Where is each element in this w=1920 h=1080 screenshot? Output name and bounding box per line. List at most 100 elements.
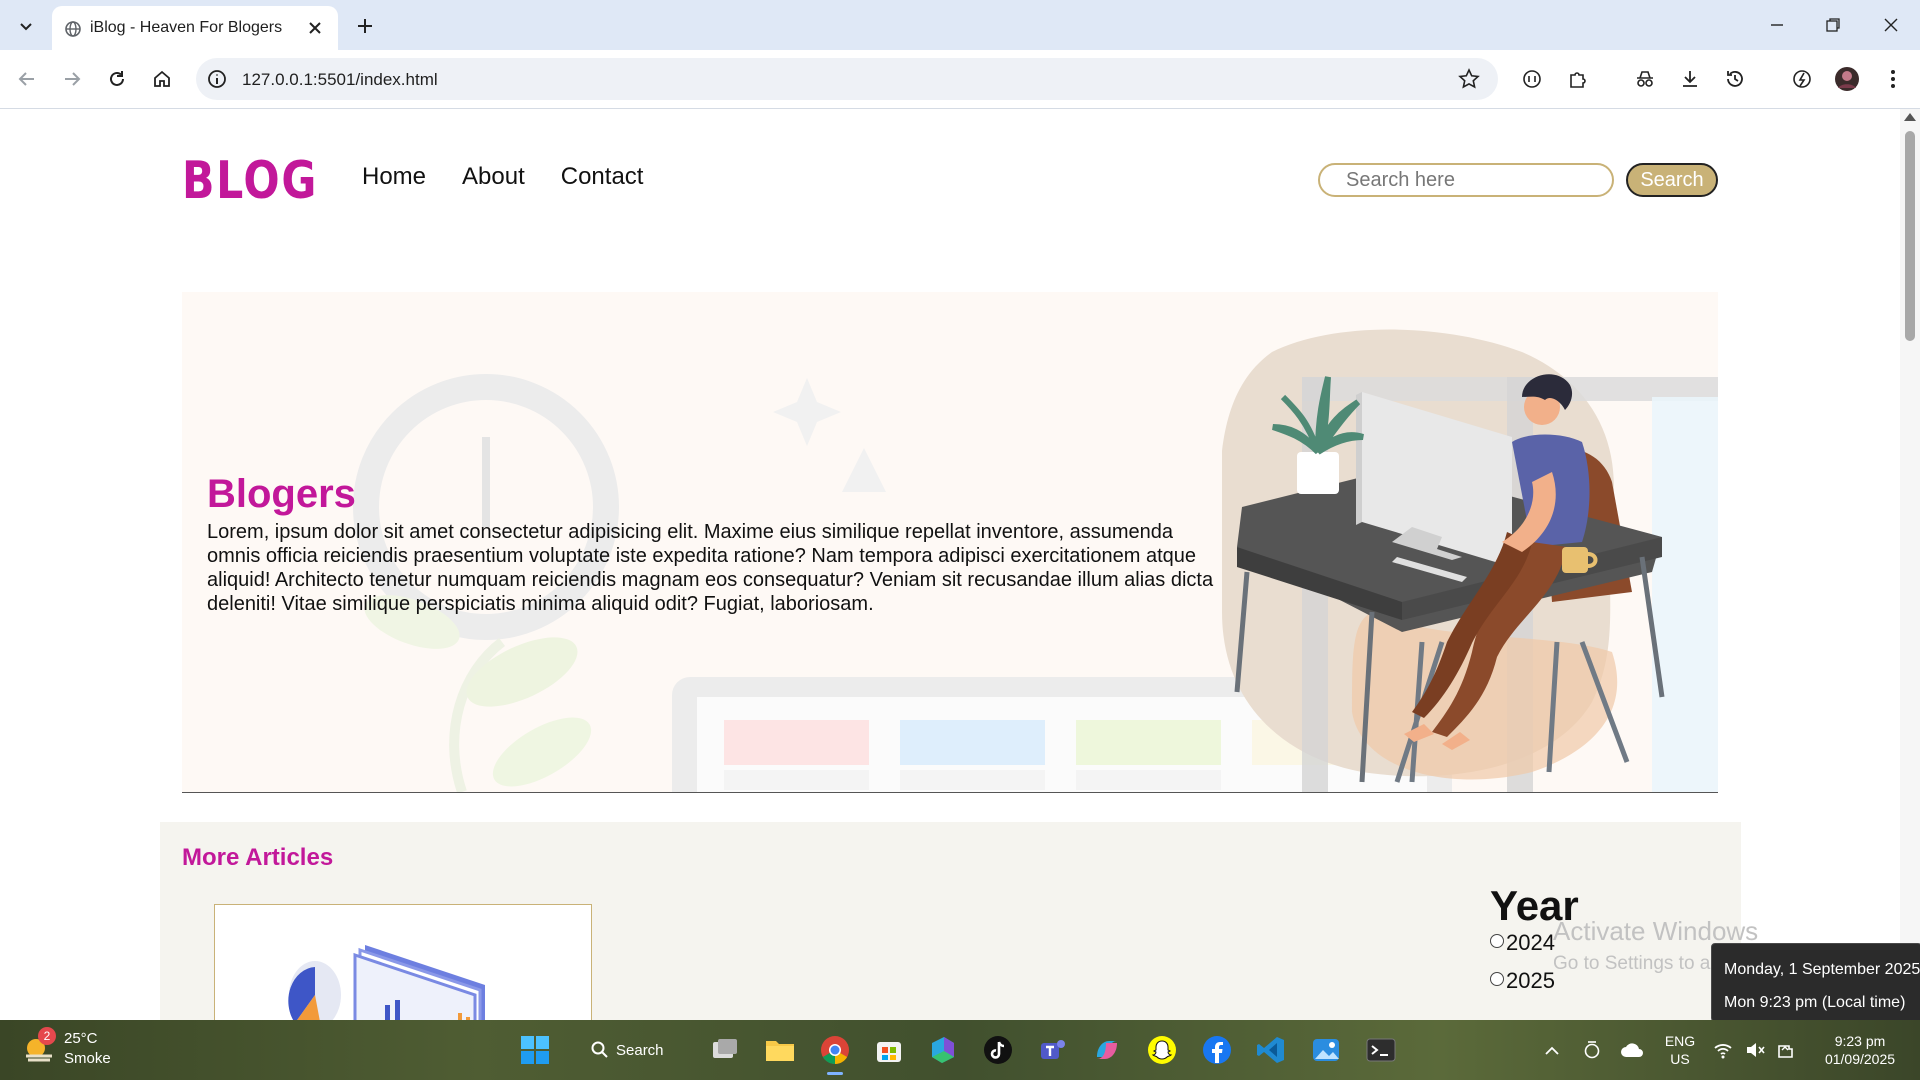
vscode-icon	[1257, 1037, 1284, 1063]
site-logo[interactable]: BLOG	[182, 151, 318, 211]
minimize-button[interactable]	[1762, 10, 1792, 40]
nav-link-contact[interactable]: Contact	[561, 163, 644, 191]
info-icon[interactable]	[206, 68, 228, 90]
clock-tooltip: Monday, 1 September 2025 Mon 9:23 pm (Lo…	[1711, 943, 1920, 1022]
facebook-icon	[1203, 1036, 1231, 1064]
scrollbar-thumb[interactable]	[1905, 131, 1915, 341]
article-thumbnail-image	[288, 945, 485, 1020]
tray-app-button[interactable]	[1574, 1031, 1610, 1069]
download-icon	[1683, 71, 1697, 87]
wifi-volume-battery-icons	[1714, 1043, 1793, 1059]
search-input[interactable]	[1318, 163, 1614, 197]
tray-app-icon	[1584, 1041, 1600, 1059]
photos-button[interactable]	[1307, 1031, 1345, 1069]
hero-paragraph: Lorem, ipsum dolor sit amet consectetur …	[207, 521, 1214, 615]
back-button[interactable]	[14, 66, 40, 92]
year-option-2024[interactable]: 2024	[1490, 930, 1555, 956]
teams-button[interactable]	[1034, 1031, 1072, 1069]
arrow-right-icon	[65, 72, 81, 86]
performance-button[interactable]	[1789, 66, 1815, 92]
reload-icon	[110, 71, 124, 86]
plus-icon	[358, 19, 372, 33]
web-page: BLOG Home About Contact Search Blogers	[0, 109, 1900, 1020]
tiktok-icon	[984, 1036, 1012, 1064]
tiktok-button[interactable]	[979, 1031, 1017, 1069]
radio-icon[interactable]	[1490, 934, 1504, 948]
copilot-button[interactable]	[1088, 1031, 1126, 1069]
reload-button[interactable]	[104, 66, 130, 92]
search-button[interactable]: Search	[1626, 163, 1718, 197]
forward-button[interactable]	[59, 66, 85, 92]
file-explorer-button[interactable]	[761, 1031, 799, 1069]
address-bar[interactable]: 127.0.0.1:5501/index.html	[196, 58, 1498, 100]
taskbar-search[interactable]: Search	[590, 1031, 664, 1069]
browser-tab-active[interactable]: iBlog - Heaven For Blogers	[52, 6, 338, 50]
close-icon	[1884, 18, 1898, 32]
nav-link-home[interactable]: Home	[362, 163, 426, 191]
weather-temperature[interactable]: 25°C	[64, 1030, 98, 1047]
browser-tab-bar: iBlog - Heaven For Blogers	[0, 0, 1920, 50]
m365-button[interactable]	[924, 1031, 962, 1069]
chevron-up-icon	[1545, 1046, 1559, 1055]
windows-taskbar: 2 25°C Smoke Search ENG US 9:23 pm 01/09…	[0, 1020, 1920, 1080]
facebook-button[interactable]	[1198, 1031, 1236, 1069]
chrome-icon	[821, 1036, 849, 1064]
arrow-left-icon	[18, 72, 34, 86]
vscode-button[interactable]	[1252, 1031, 1290, 1069]
language-indicator[interactable]: ENG US	[1656, 1032, 1704, 1068]
year-option-2025[interactable]: 2025	[1490, 968, 1555, 994]
extension-button[interactable]	[1519, 66, 1545, 92]
home-button[interactable]	[149, 66, 175, 92]
m365-icon	[932, 1037, 954, 1063]
minimize-icon	[1771, 24, 1783, 26]
puzzle-icon	[1570, 72, 1586, 88]
nav-link-about[interactable]: About	[462, 163, 525, 191]
url-text[interactable]: 127.0.0.1:5501/index.html	[242, 70, 438, 90]
home-icon	[154, 70, 170, 87]
scroll-up-arrow-icon[interactable]	[1904, 113, 1916, 121]
new-tab-button[interactable]	[352, 13, 378, 39]
extensions-button[interactable]	[1565, 66, 1591, 92]
terminal-icon	[1366, 1038, 1396, 1062]
tab-search-button[interactable]	[12, 12, 40, 40]
clock-time: 9:23 pm	[1834, 1033, 1886, 1049]
ms-store-button[interactable]	[870, 1031, 908, 1069]
chrome-button[interactable]	[816, 1031, 854, 1075]
windows-logo-icon	[521, 1036, 549, 1064]
weather-condition[interactable]: Smoke	[64, 1050, 111, 1067]
tab-title: iBlog - Heaven For Blogers	[90, 19, 283, 36]
radio-icon[interactable]	[1490, 972, 1504, 986]
quick-settings-button[interactable]	[1708, 1031, 1818, 1069]
close-icon[interactable]	[306, 19, 324, 37]
taskbar-clock[interactable]: 9:23 pm 01/09/2025	[1810, 1032, 1910, 1068]
start-button[interactable]	[516, 1031, 554, 1069]
incognito-icon	[1637, 71, 1653, 87]
onedrive-button[interactable]	[1614, 1031, 1650, 1069]
folder-icon	[766, 1041, 794, 1061]
language-label: ENG	[1664, 1033, 1696, 1049]
article-card[interactable]	[214, 904, 592, 1020]
restore-icon	[1826, 18, 1840, 32]
clock-date: 01/09/2025	[1824, 1051, 1896, 1067]
browser-toolbar: 127.0.0.1:5501/index.html	[0, 50, 1920, 109]
close-window-button[interactable]	[1876, 10, 1906, 40]
browser-menu-button[interactable]	[1880, 66, 1906, 92]
task-view-button[interactable]	[706, 1031, 744, 1069]
show-hidden-icons-button[interactable]	[1534, 1031, 1570, 1069]
snapchat-button[interactable]	[1143, 1031, 1181, 1069]
avatar-icon	[1835, 67, 1859, 91]
weather-notification-badge: 2	[38, 1027, 56, 1045]
terminal-button[interactable]	[1362, 1031, 1400, 1069]
page-scrollbar[interactable]	[1900, 109, 1920, 1020]
globe-icon	[65, 21, 81, 37]
chevron-down-icon	[20, 23, 32, 31]
restore-button[interactable]	[1818, 10, 1848, 40]
profile-extension-button[interactable]	[1632, 66, 1658, 92]
profile-avatar[interactable]	[1834, 66, 1860, 92]
speedometer-icon	[1793, 70, 1811, 88]
bookmark-star-icon[interactable]	[1458, 68, 1480, 90]
teams-icon	[1041, 1040, 1065, 1059]
history-button[interactable]	[1722, 66, 1748, 92]
snapchat-icon	[1148, 1036, 1176, 1064]
downloads-button[interactable]	[1677, 66, 1703, 92]
